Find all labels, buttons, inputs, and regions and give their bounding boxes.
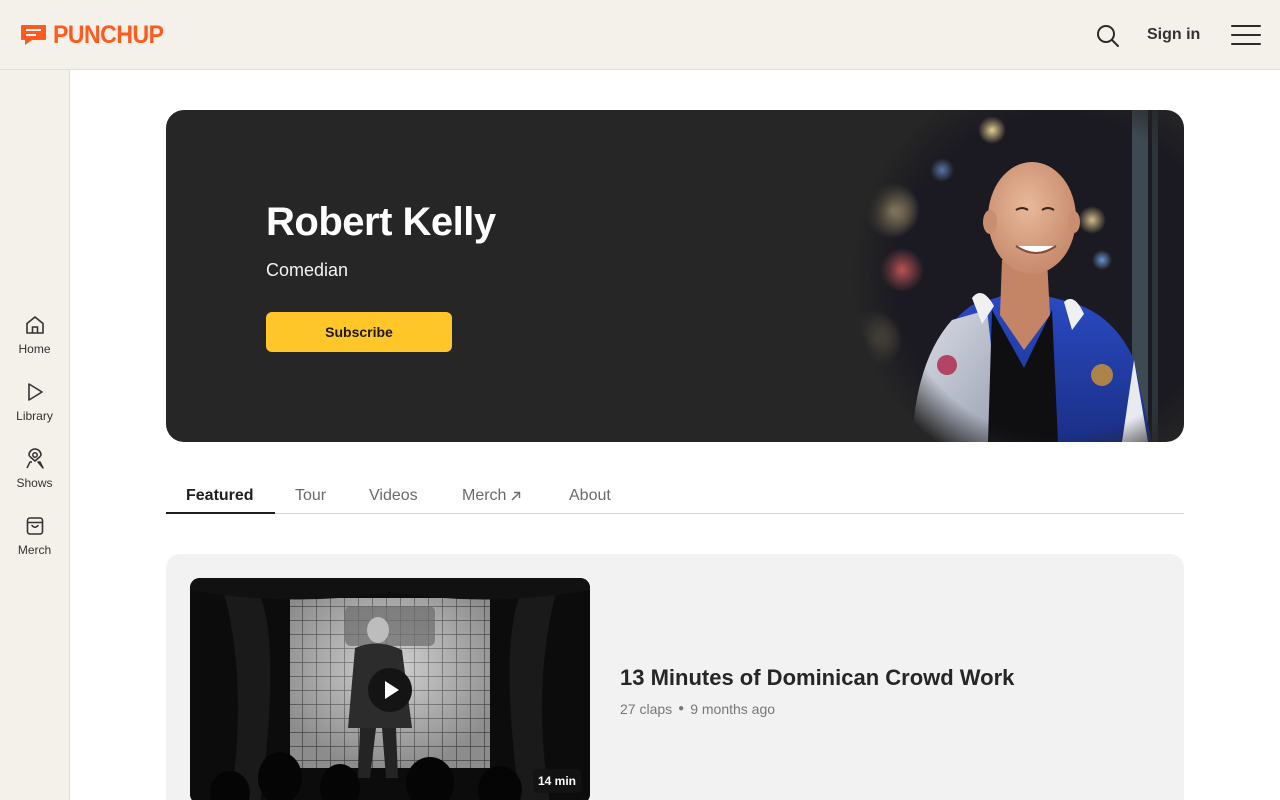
artist-hero-banner: Robert Kelly Comedian Subscribe (166, 110, 1184, 442)
tab-merch[interactable]: Merch (462, 486, 522, 506)
map-pin-icon (25, 448, 44, 469)
search-icon[interactable] (1095, 23, 1121, 49)
sidebar-item-merch[interactable]: Merch (0, 515, 69, 575)
video-title[interactable]: 13 Minutes of Dominican Crowd Work (620, 664, 1014, 692)
home-icon (25, 316, 44, 334)
external-link-arrow-icon (511, 491, 521, 501)
video-duration-badge: 14 min (533, 769, 582, 793)
sign-in-link[interactable]: Sign in (1147, 24, 1200, 46)
play-icon (27, 383, 43, 401)
tab-videos[interactable]: Videos (369, 486, 418, 506)
sidebar-item-label: Home (18, 342, 51, 356)
play-button[interactable] (368, 668, 412, 712)
speech-bubble-logo-icon (21, 25, 46, 45)
tab-about[interactable]: About (569, 486, 611, 506)
top-header: PUNCHUP Sign in (0, 0, 1280, 70)
active-tab-indicator (166, 512, 275, 514)
artist-name: Robert Kelly (266, 200, 496, 244)
artist-photo (852, 110, 1184, 442)
meta-separator: ● (678, 703, 685, 714)
featured-video-card: 14 min 13 Minutes of Dominican Crowd Wor… (166, 554, 1184, 800)
tab-tour[interactable]: Tour (295, 486, 326, 506)
video-meta: 27 claps ● 9 months ago (620, 700, 775, 718)
video-age: 9 months ago (690, 701, 776, 717)
hamburger-menu-icon[interactable] (1231, 24, 1261, 46)
sidebar-item-label: Merch (17, 543, 52, 557)
punchup-logo[interactable]: PUNCHUP (20, 20, 173, 50)
shopping-bag-icon (26, 517, 43, 535)
tab-featured[interactable]: Featured (186, 486, 254, 506)
sidebar-item-label: Library (16, 409, 53, 423)
artist-role: Comedian (266, 260, 349, 280)
sidebar-item-label: Shows (16, 476, 53, 490)
sidebar-nav: Home Library Shows Merch (0, 70, 70, 800)
play-icon (385, 681, 399, 699)
artist-tabs: Featured Tour Videos Merch About (166, 476, 1184, 514)
tab-merch-label: Merch (462, 487, 507, 504)
video-claps: 27 claps (620, 701, 673, 717)
logo-wordmark: PUNCHUP (53, 21, 164, 49)
subscribe-button[interactable]: Subscribe (266, 312, 452, 352)
sidebar-item-library[interactable]: Library (0, 381, 69, 441)
sidebar-item-shows[interactable]: Shows (0, 448, 69, 508)
video-thumbnail[interactable]: 14 min (190, 578, 590, 800)
sidebar-item-home[interactable]: Home (0, 314, 69, 374)
